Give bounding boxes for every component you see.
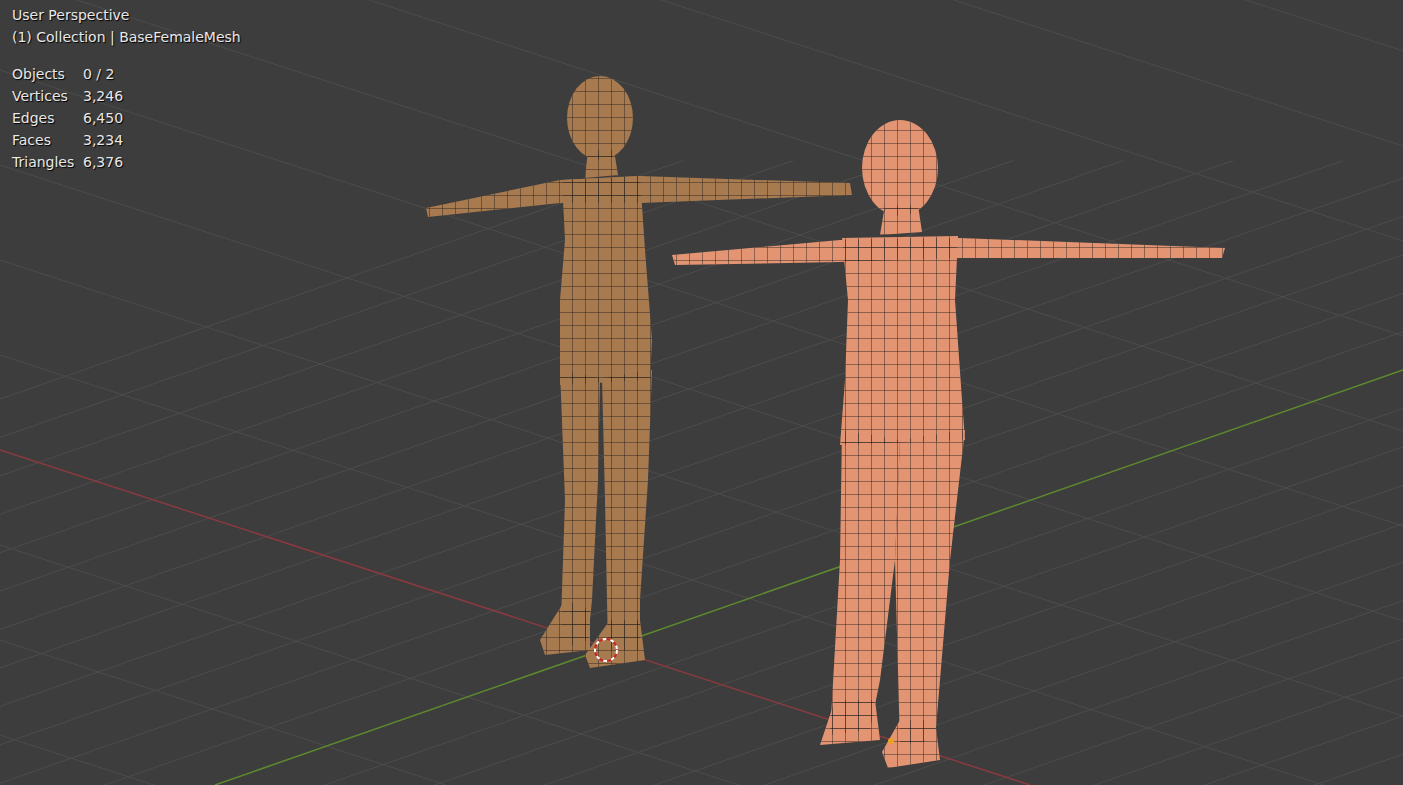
stat-value: 6,376	[83, 151, 123, 173]
stats-overlay: Objects0 / 2Vertices3,246Edges6,450Faces…	[12, 63, 241, 173]
viewport[interactable]: User Perspective (1) Collection | BaseFe…	[0, 0, 1403, 785]
stat-row: Vertices3,246	[12, 85, 241, 107]
collection-label: (1) Collection | BaseFemaleMesh	[12, 26, 241, 48]
mesh-figure-left[interactable]	[426, 76, 852, 668]
stat-row: Objects0 / 2	[12, 63, 241, 85]
y-axis	[215, 370, 1403, 785]
stat-label: Objects	[12, 63, 83, 85]
viewport-info: User Perspective (1) Collection | BaseFe…	[12, 4, 241, 173]
stat-value: 0 / 2	[83, 63, 114, 85]
stat-row: Faces3,234	[12, 129, 241, 151]
stat-label: Vertices	[12, 85, 83, 107]
stat-value: 3,246	[83, 85, 123, 107]
origin-icon	[888, 738, 894, 744]
scene-canvas[interactable]	[0, 0, 1403, 785]
view-label: User Perspective	[12, 4, 241, 26]
stat-value: 6,450	[83, 107, 123, 129]
mesh-figure-right[interactable]	[672, 120, 1225, 768]
stat-row: Triangles6,376	[12, 151, 241, 173]
stat-value: 3,234	[83, 129, 123, 151]
stat-label: Edges	[12, 107, 83, 129]
stat-label: Faces	[12, 129, 83, 151]
stat-row: Edges6,450	[12, 107, 241, 129]
stat-label: Triangles	[12, 151, 83, 173]
cursor-3d-icon[interactable]	[595, 639, 617, 661]
